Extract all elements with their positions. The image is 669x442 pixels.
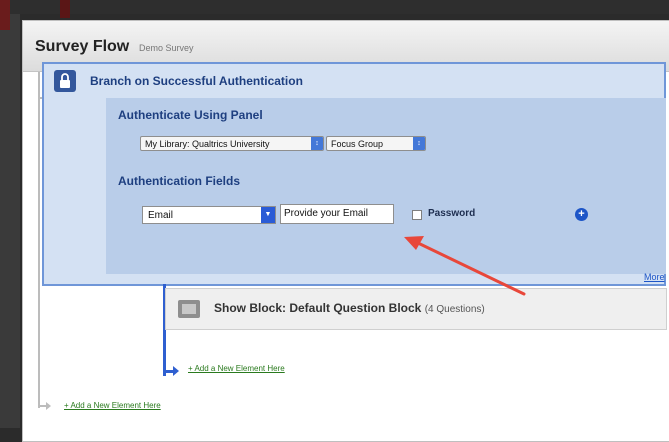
show-block-title: Show Block: Default Question Block (4 Qu… (214, 301, 485, 315)
updown-arrows-icon: ↕ (413, 137, 425, 150)
more-link[interactable]: More (644, 272, 665, 282)
library-select-value: My Library: Qualtrics University (145, 139, 270, 149)
lock-icon[interactable] (54, 70, 76, 92)
field-type-select[interactable]: Email ▼ (142, 206, 276, 224)
question-count: (4 Questions) (424, 304, 485, 315)
survey-name: Demo Survey (139, 43, 194, 53)
updown-arrows-icon: ↕ (311, 137, 323, 150)
branch-element[interactable]: Branch on Successful Authentication Auth… (42, 62, 666, 286)
background-edge-top (0, 0, 669, 14)
field-type-value: Email (148, 210, 174, 221)
background-decoration (60, 0, 70, 18)
panel-select-value: Focus Group (331, 139, 384, 149)
block-icon[interactable] (178, 300, 200, 318)
flow-connector (163, 370, 173, 373)
background-edge-left (0, 0, 20, 428)
show-block-element[interactable]: Show Block: Default Question Block (4 Qu… (165, 288, 667, 330)
flow-arrow-icon (173, 366, 179, 376)
authentication-panel: Authenticate Using Panel My Library: Qua… (106, 98, 666, 274)
plus-icon[interactable]: + (575, 208, 588, 221)
field-text-input[interactable]: Provide your Email (280, 204, 394, 224)
add-element-link-outer[interactable]: + Add a New Element Here (64, 401, 161, 410)
flow-connector (38, 405, 46, 407)
auth-fields-label: Authentication Fields (118, 174, 241, 188)
flow-line-outer (38, 72, 40, 408)
flow-arrow-icon (46, 402, 51, 410)
auth-panel-label: Authenticate Using Panel (118, 108, 263, 122)
page-title: Survey Flow (35, 38, 130, 55)
add-element-link-inner[interactable]: + Add a New Element Here (188, 364, 285, 373)
panel-select[interactable]: Focus Group ↕ (326, 136, 426, 151)
password-label: Password (428, 208, 476, 219)
branch-title: Branch on Successful Authentication (90, 74, 303, 88)
password-checkbox[interactable] (412, 210, 422, 220)
dropdown-arrow-icon: ▼ (261, 207, 275, 223)
background-decoration (0, 0, 10, 30)
library-select[interactable]: My Library: Qualtrics University ↕ (140, 136, 324, 151)
show-block-label: Show Block: Default Question Block (214, 301, 422, 315)
